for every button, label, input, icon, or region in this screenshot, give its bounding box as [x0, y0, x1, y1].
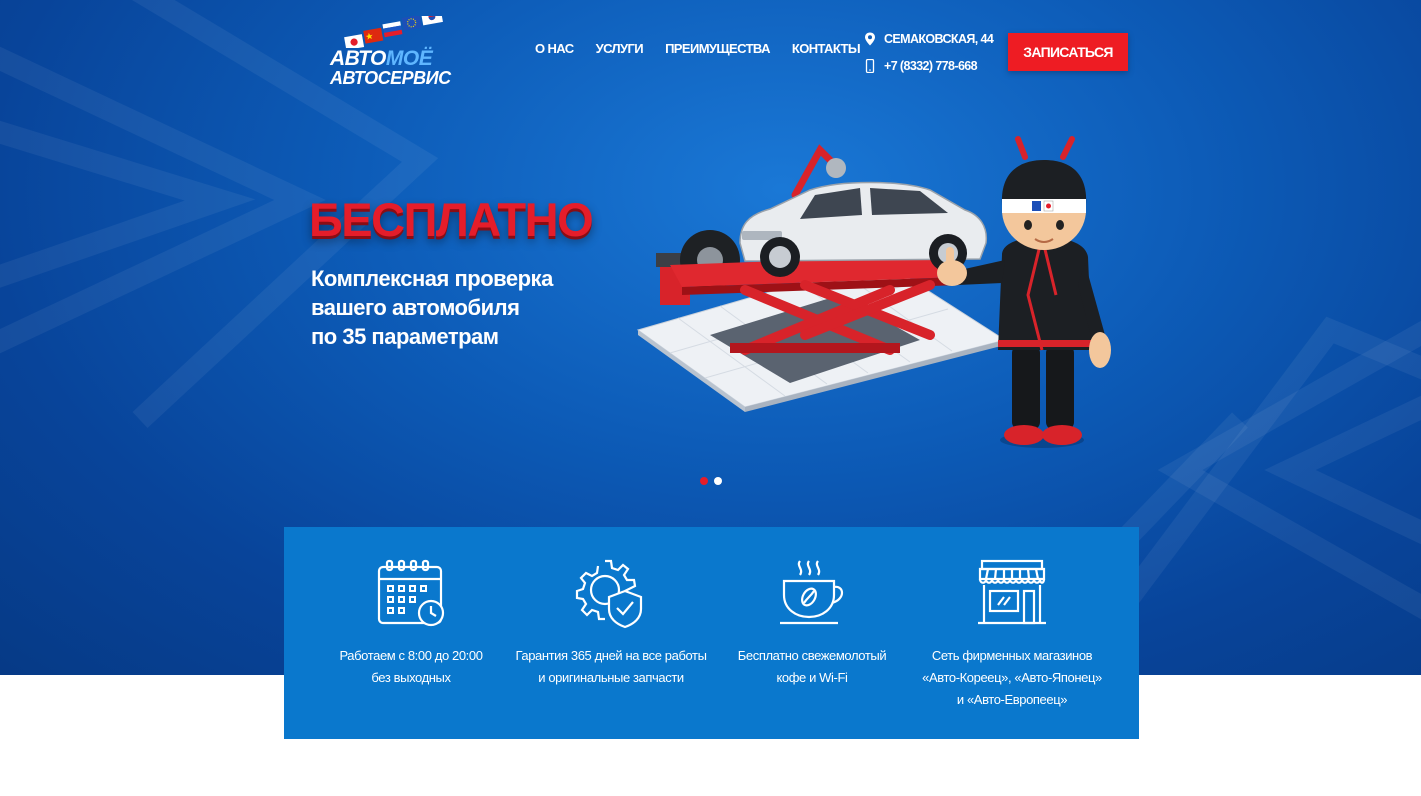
feature-text: Гарантия 365 дней на все работы и оригин… [511, 645, 711, 689]
header-contacts: СЕМАКОВСКАЯ, 44 +7 (8332) 778-668 [864, 30, 994, 84]
feature-text: Работаем с 8:00 до 20:00 без выходных [311, 645, 511, 689]
feature-line: Бесплатно свежемолотый [737, 648, 887, 663]
feature-text: Бесплатно свежемолотый кофе и Wi-Fi [712, 645, 912, 689]
nav-item-advantages[interactable]: ПРЕИМУЩЕСТВА [665, 40, 770, 58]
mobile-phone-icon [865, 59, 875, 73]
feature-stores: Сеть фирменных магазинов «Авто-Кореец», … [912, 557, 1112, 711]
gear-shield-icon [575, 559, 643, 629]
coffee-cup-icon [780, 560, 844, 625]
feature-line: и оригинальные запчасти [538, 670, 684, 685]
site-logo[interactable]: АВТОМОЁ АВТОСЕРВИС [328, 16, 458, 88]
slide-line: Комплексная проверка [311, 266, 553, 291]
logo-wordmark: АВТОМОЁ [330, 47, 433, 70]
nav-item-contacts[interactable]: КОНТАКТЫ [792, 40, 861, 58]
location-pin-icon [865, 32, 875, 46]
service-illustration [636, 136, 1111, 448]
calendar-clock-icon [377, 559, 445, 627]
slide-title: БЕСПЛАТНО [309, 193, 594, 246]
feature-line: Гарантия 365 дней на все работы [515, 648, 707, 663]
logo-part-auto: АВТО [330, 47, 386, 70]
feature-line: кофе и Wi-Fi [776, 670, 848, 685]
feature-line: Работаем с 8:00 до 20:00 [339, 648, 483, 663]
slider-dot-2[interactable] [714, 477, 722, 485]
feature-line: Сеть фирменных магазинов [931, 648, 1093, 663]
logo-subtitle: АВТОСЕРВИС [330, 68, 451, 88]
address-row: СЕМАКОВСКАЯ, 44 [864, 30, 994, 48]
storefront-icon [978, 559, 1046, 625]
feature-working-hours: Работаем с 8:00 до 20:00 без выходных [311, 557, 511, 689]
nav-item-about[interactable]: О НАС [535, 40, 574, 58]
feature-line: и «Авто-Европеец» [956, 692, 1068, 707]
logo-part-moe: МОЁ [385, 47, 433, 70]
slide-line: по 35 параметрам [311, 324, 499, 349]
address-text: СЕМАКОВСКАЯ, 44 [884, 32, 994, 46]
phone-text[interactable]: +7 (8332) 778-668 [884, 59, 978, 73]
slide-description: Комплексная проверка вашего автомобиля п… [311, 264, 553, 351]
main-nav: О НАС УСЛУГИ ПРЕИМУЩЕСТВА КОНТАКТЫ [535, 40, 861, 58]
slider-dots [700, 477, 722, 485]
feature-line: «Авто-Кореец», «Авто-Японец» [922, 670, 1102, 685]
features-panel: Работаем с 8:00 до 20:00 без выходных Га… [284, 527, 1139, 739]
phone-row[interactable]: +7 (8332) 778-668 [864, 57, 993, 75]
slider-dot-1[interactable] [700, 477, 708, 485]
country-flags-icon [344, 16, 443, 48]
feature-coffee: Бесплатно свежемолотый кофе и Wi-Fi [712, 557, 912, 689]
slide-line: вашего автомобиля [311, 295, 520, 320]
feature-text: Сеть фирменных магазинов «Авто-Кореец», … [912, 645, 1112, 711]
signup-button[interactable]: ЗАПИСАТЬСЯ [1008, 33, 1128, 71]
nav-item-services[interactable]: УСЛУГИ [596, 40, 644, 58]
feature-warranty: Гарантия 365 дней на все работы и оригин… [511, 557, 711, 689]
feature-line: без выходных [371, 670, 451, 685]
